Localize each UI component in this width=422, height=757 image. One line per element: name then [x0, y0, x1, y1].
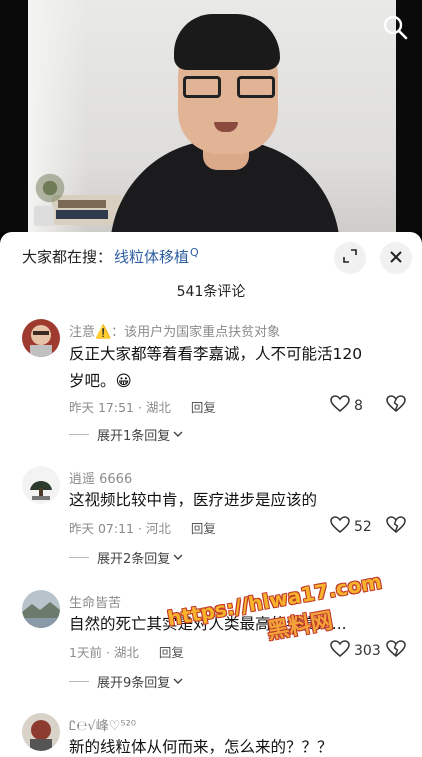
comment-text: 自然的死亡其实是对人类最高的奖赏......	[69, 615, 347, 633]
dislike-button[interactable]	[386, 395, 406, 417]
expand-replies-label: 展开9条回复	[97, 676, 171, 691]
comment-text: 反正大家都等着看李嘉诚，人不可能活120岁吧。😀	[69, 345, 363, 390]
person-hair	[174, 14, 280, 70]
comment-author[interactable]: Ꮭ℮√峰♡⁵²⁰	[69, 715, 136, 734]
chevron-down-icon	[173, 550, 183, 565]
like-button[interactable]: 303	[330, 640, 381, 662]
avatar[interactable]	[22, 466, 60, 504]
like-button[interactable]: 52	[330, 516, 372, 538]
video-frame	[28, 0, 396, 232]
reply-button[interactable]: 回复	[159, 645, 184, 660]
comment-count: 541条评论	[176, 284, 246, 300]
book	[58, 200, 106, 208]
broken-heart-icon	[386, 516, 406, 538]
comment-time: 昨天 07:11 · 河北	[69, 521, 171, 536]
search-query-icon: Q	[190, 246, 199, 259]
plant-pot	[34, 206, 54, 226]
person-glasses	[181, 76, 277, 100]
book	[56, 210, 108, 219]
expand-button[interactable]	[334, 242, 366, 274]
comment-text: 新的线粒体从何而来，怎么来的？？？	[69, 738, 333, 756]
avatar[interactable]	[22, 590, 60, 628]
heart-icon	[330, 640, 350, 662]
broken-heart-icon	[386, 640, 406, 662]
reply-button[interactable]: 回复	[191, 521, 216, 536]
comment-author[interactable]: 逍遥 6666	[69, 468, 132, 487]
like-count: 8	[354, 398, 363, 414]
heart-icon	[330, 516, 350, 538]
expand-replies-button[interactable]: 展开9条回复	[69, 672, 183, 691]
comment-time: 昨天 17:51 · 湖北	[69, 400, 171, 415]
dislike-button[interactable]	[386, 640, 406, 662]
comment-meta: 昨天 17:51 · 湖北 回复	[69, 397, 216, 416]
avatar[interactable]	[22, 319, 60, 357]
comment-text: 这视频比较中肯，医疗进步是应该的	[69, 491, 318, 509]
expand-replies-button[interactable]: 展开1条回复	[69, 425, 183, 444]
plant	[30, 168, 70, 208]
expand-icon	[342, 248, 358, 268]
expand-replies-button[interactable]: 展开2条回复	[69, 548, 183, 567]
chevron-down-icon	[173, 674, 183, 689]
video-player[interactable]	[0, 0, 422, 232]
comment-meta: 昨天 07:11 · 河北 回复	[69, 518, 216, 537]
search-icon[interactable]	[382, 14, 408, 40]
expand-replies-label: 展开2条回复	[97, 552, 171, 567]
close-button[interactable]	[380, 242, 412, 274]
expand-replies-label: 展开1条回复	[97, 429, 171, 444]
comment-time: 1天前 · 湖北	[69, 645, 139, 660]
heart-icon	[330, 395, 350, 417]
like-button[interactable]: 8	[330, 395, 363, 417]
search-suggestion[interactable]: 大家都在搜： 线粒体移植 Q	[22, 246, 199, 267]
close-icon	[389, 249, 403, 268]
search-query-link[interactable]: 线粒体移植	[114, 246, 189, 267]
dislike-button[interactable]	[386, 516, 406, 538]
search-prefix: 大家都在搜：	[22, 248, 113, 266]
broken-heart-icon	[386, 395, 406, 417]
like-count: 52	[354, 519, 372, 535]
reply-button[interactable]: 回复	[191, 400, 216, 415]
avatar[interactable]	[22, 713, 60, 751]
comment-panel: 大家都在搜： 线粒体移植 Q 541条评论 注意⚠️：该用户为国家重点扶贫对象 …	[0, 232, 422, 757]
comment-meta: 1天前 · 湖北 回复	[69, 642, 184, 661]
like-count: 303	[354, 643, 381, 659]
chevron-down-icon	[173, 427, 183, 442]
comment-author[interactable]: 生命皆苦	[69, 592, 121, 611]
comment-author[interactable]: 注意⚠️：该用户为国家重点扶贫对象	[69, 321, 280, 340]
